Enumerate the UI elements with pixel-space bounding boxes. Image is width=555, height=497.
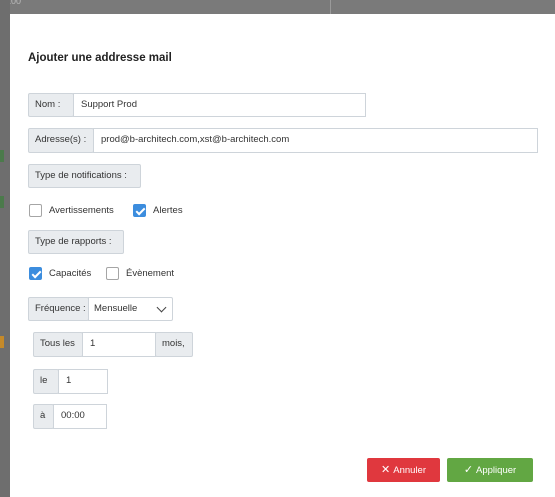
frequency-label: Fréquence : xyxy=(28,297,89,321)
time-input[interactable]: 00:00 xyxy=(53,404,107,429)
capacities-label: Capacités xyxy=(49,268,92,279)
warnings-label: Avertissements xyxy=(49,205,114,216)
event-label: Évènement xyxy=(126,268,175,279)
check-icon: ✓ xyxy=(463,464,474,476)
alerts-checkbox[interactable] xyxy=(133,204,146,217)
addresses-label: Adresse(s) : xyxy=(28,128,94,153)
close-icon: ✕ xyxy=(381,464,391,476)
apply-button-label: Appliquer xyxy=(476,465,517,476)
every-suffix: mois, xyxy=(155,332,193,357)
add-email-dialog: Ajouter une addresse mail Nom : Support … xyxy=(10,14,555,497)
background-app-header: 100 xyxy=(0,0,555,14)
background-divider xyxy=(330,0,331,14)
event-checkbox[interactable] xyxy=(106,267,119,280)
time-prefix: à xyxy=(33,404,54,429)
day-prefix: le xyxy=(33,369,59,394)
name-input[interactable]: Support Prod xyxy=(73,93,366,117)
chevron-down-icon xyxy=(156,302,167,313)
background-mark xyxy=(0,336,4,348)
cancel-button[interactable]: ✕ Annuler xyxy=(367,458,440,482)
dialog-title: Ajouter une addresse mail xyxy=(28,52,172,64)
apply-button[interactable]: ✓ Appliquer xyxy=(447,458,533,482)
name-label: Nom : xyxy=(28,93,74,117)
background-left-edge xyxy=(0,0,10,497)
alerts-label: Alertes xyxy=(153,205,183,216)
frequency-selected-value: Mensuelle xyxy=(94,303,138,314)
frequency-select[interactable]: Mensuelle xyxy=(88,297,173,321)
capacities-checkbox[interactable] xyxy=(29,267,42,280)
warnings-checkbox[interactable] xyxy=(29,204,42,217)
cancel-button-label: Annuler xyxy=(393,465,426,476)
background-mark xyxy=(0,196,4,208)
background-mark xyxy=(0,150,4,162)
day-input[interactable]: 1 xyxy=(58,369,108,394)
notification-types-label: Type de notifications : xyxy=(28,164,141,188)
every-prefix: Tous les xyxy=(33,332,83,357)
every-input[interactable]: 1 xyxy=(82,332,156,357)
addresses-input[interactable]: prod@b-architech.com,xst@b-architech.com xyxy=(93,128,538,153)
report-types-label: Type de rapports : xyxy=(28,230,124,254)
